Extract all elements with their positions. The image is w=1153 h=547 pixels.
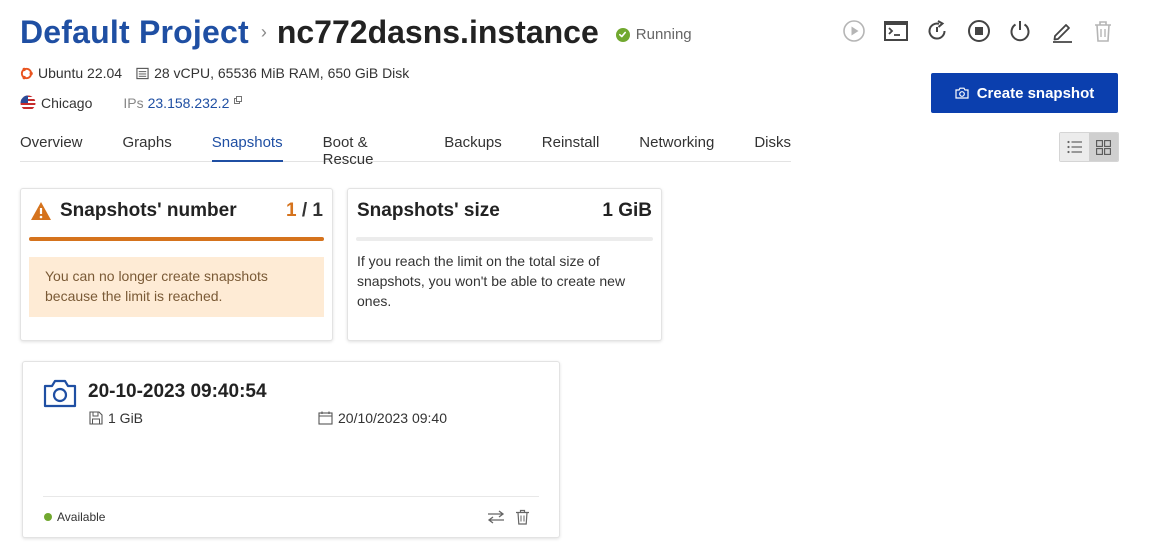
snapshots-number-title: Snapshots' number	[60, 200, 237, 221]
grid-view-icon[interactable]	[1089, 133, 1118, 161]
tab-backups[interactable]: Backups	[444, 126, 502, 161]
list-view-icon[interactable]	[1060, 133, 1089, 161]
ubuntu-icon	[20, 67, 33, 79]
camera-icon	[43, 379, 77, 408]
instance-location: Chicago IPs 23.158.232.2	[20, 95, 243, 111]
snapshots-number-bar-fill	[29, 237, 324, 241]
snapshots-count: 1 / 1	[286, 200, 323, 221]
edit-icon[interactable]	[1048, 17, 1076, 45]
calendar-icon	[318, 411, 333, 425]
console-icon[interactable]	[882, 17, 910, 45]
page-title: nc772dasns.instance	[276, 14, 599, 50]
restart-icon[interactable]	[923, 17, 951, 45]
breadcrumb-project[interactable]: Default Project	[20, 14, 249, 51]
create-snapshot-label: Create snapshot	[976, 84, 1095, 102]
disk-icon	[89, 411, 103, 425]
size-limit-info: If you reach the limit on the total size…	[357, 253, 626, 309]
snapshots-size-bar	[356, 237, 653, 241]
snapshot-actions	[487, 509, 540, 525]
snapshots-size-title: Snapshots' size	[357, 200, 500, 221]
status-text: Running	[635, 26, 692, 43]
view-toggle	[1059, 132, 1119, 162]
snapshots-number-bar	[29, 237, 324, 241]
snapshot-card[interactable]: 20-10-2023 09:40:54 1 GiB 20/10/2023 09:…	[22, 361, 560, 538]
play-icon[interactable]	[840, 17, 868, 45]
snapshots-number-card: Snapshots' number 1 / 1 You can no longe…	[20, 188, 333, 341]
snapshot-status: Available	[44, 510, 105, 524]
os-label: Ubuntu 22.04	[38, 65, 123, 81]
instance-actions	[840, 17, 1131, 45]
snapshot-size: 1 GiB	[89, 410, 143, 426]
tab-disks[interactable]: Disks	[754, 126, 791, 161]
snapshot-status-label: Available	[57, 510, 106, 524]
snapshot-date: 20/10/2023 09:40	[318, 410, 447, 426]
card-divider	[43, 496, 539, 497]
ip-address[interactable]: 23.158.232.2	[148, 95, 230, 111]
copy-icon[interactable]	[234, 96, 243, 104]
tab-overview[interactable]: Overview	[20, 126, 83, 161]
tab-boot-rescue[interactable]: Boot & Rescue	[323, 126, 405, 168]
camera-icon	[955, 87, 969, 99]
region-info: Chicago	[20, 95, 92, 111]
tab-networking[interactable]: Networking	[639, 126, 714, 161]
limit-warning: You can no longer create snapshots becau…	[29, 257, 324, 317]
snapshots-size-value: 1 GiB	[602, 200, 652, 221]
trash-icon[interactable]	[1089, 17, 1117, 45]
snapshot-title: 20-10-2023 09:40:54	[88, 381, 267, 402]
breadcrumb-separator: ›	[260, 22, 267, 42]
ips-label: IPs	[123, 95, 144, 111]
instance-meta: Ubuntu 22.04 28 vCPU, 65536 MiB RAM, 650…	[20, 65, 409, 81]
stop-icon[interactable]	[965, 17, 993, 45]
server-icon	[136, 67, 149, 79]
power-icon[interactable]	[1006, 17, 1034, 45]
delete-snapshot-icon[interactable]	[515, 509, 530, 525]
create-snapshot-button[interactable]: Create snapshot	[931, 73, 1118, 113]
os-info: Ubuntu 22.04	[20, 65, 122, 81]
instance-tabs: Overview Graphs Snapshots Boot & Rescue …	[20, 126, 791, 168]
check-circle-icon	[615, 27, 630, 42]
status-badge: Running	[615, 26, 692, 43]
specs-label: 28 vCPU, 65536 MiB RAM, 650 GiB Disk	[154, 65, 410, 81]
page-header: Default Project › nc772dasns.instance Ru…	[20, 14, 692, 51]
tab-reinstall[interactable]: Reinstall	[542, 126, 600, 161]
specs-info: 28 vCPU, 65536 MiB RAM, 650 GiB Disk	[136, 65, 409, 81]
snapshots-size-card: Snapshots' size 1 GiB If you reach the l…	[347, 188, 662, 341]
status-dot	[44, 513, 52, 521]
snapshot-size-label: 1 GiB	[108, 410, 144, 426]
tab-graphs[interactable]: Graphs	[123, 126, 172, 161]
tab-snapshots[interactable]: Snapshots	[211, 126, 283, 162]
region-label: Chicago	[41, 95, 93, 111]
warning-icon	[31, 202, 51, 220]
us-flag-icon	[20, 95, 36, 111]
snapshot-date-label: 20/10/2023 09:40	[338, 410, 447, 426]
swap-icon[interactable]	[487, 509, 505, 525]
